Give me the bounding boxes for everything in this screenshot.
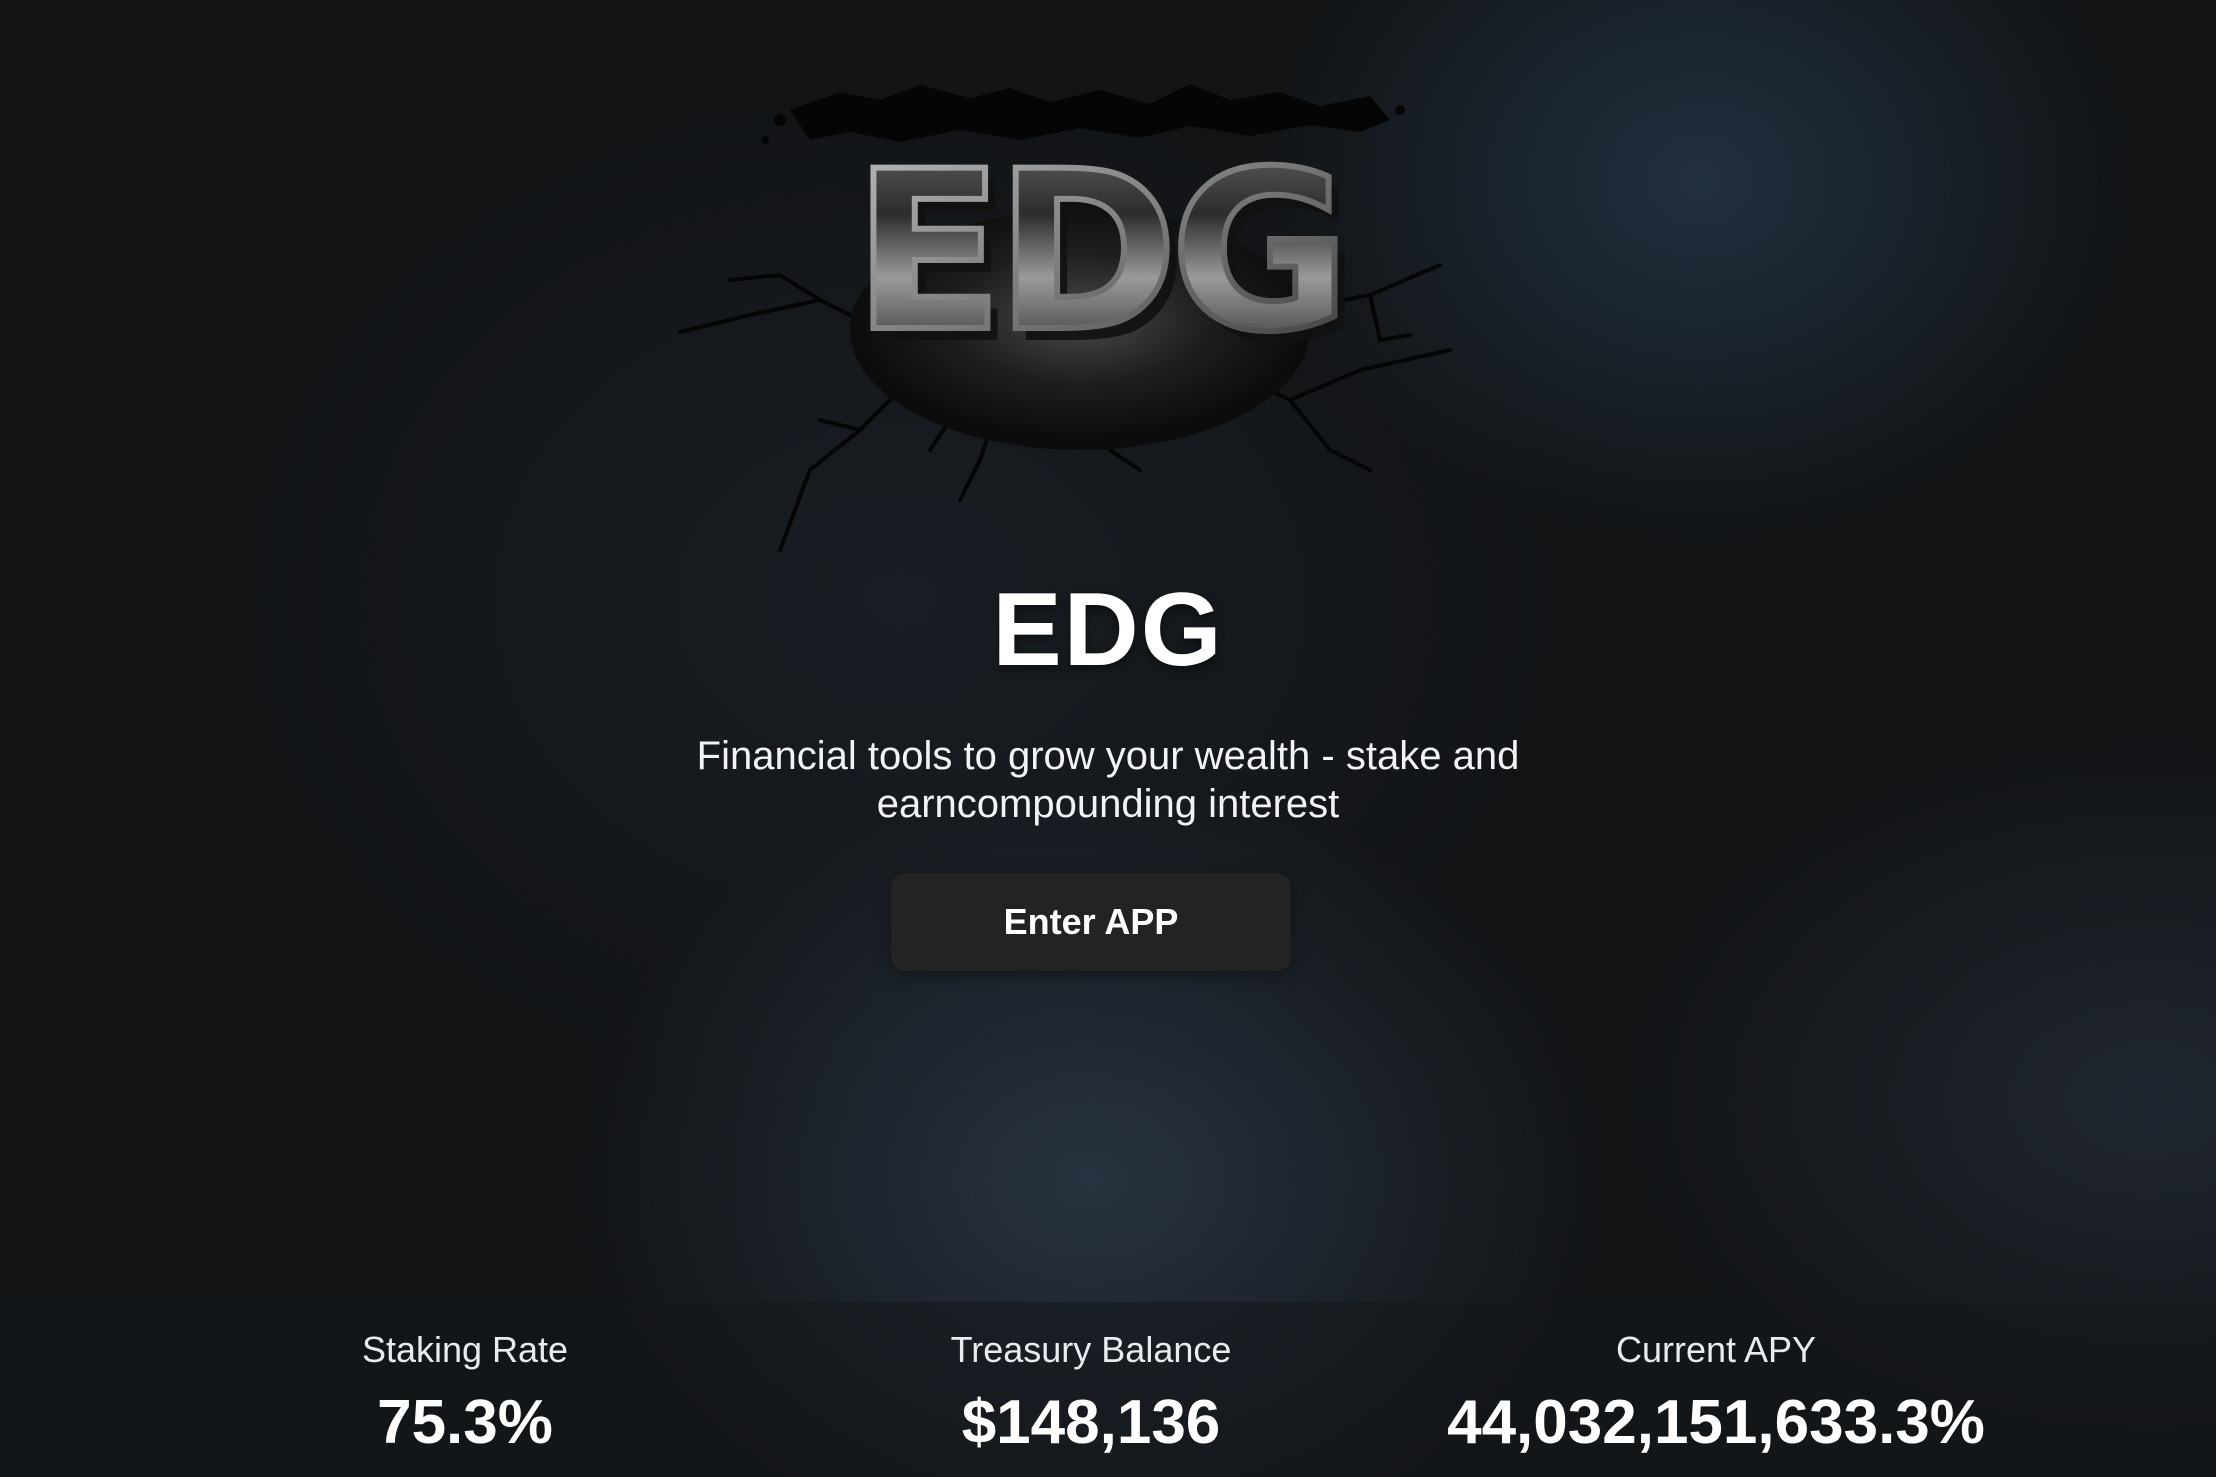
landing-page: EDG EDG EDG Financial tools to grow your… [0,0,2216,1477]
stat-current-apy: Current APY 44,032,151,633.3% [1366,1328,2066,1458]
stat-staking-rate: Staking Rate 75.3% [115,1328,815,1458]
stat-label: Staking Rate [361,1329,569,1370]
stat-treasury-balance: Treasury Balance $148,136 [741,1328,1441,1458]
stat-value: 44,032,151,633.3% [1447,1388,1985,1457]
edg-cracked-logo: EDG EDG [670,70,1530,570]
stat-value: $148,136 [961,1388,1221,1457]
stat-value: 75.3% [377,1388,553,1457]
page-title: EDG [992,572,1224,688]
svg-text:EDG: EDG [853,124,1342,380]
stat-label: Treasury Balance [950,1329,1232,1370]
tagline: Financial tools to grow your wealth - st… [696,734,1520,826]
enter-app-button[interactable]: Enter APP [891,873,1291,971]
stat-label: Current APY [1615,1329,1817,1370]
